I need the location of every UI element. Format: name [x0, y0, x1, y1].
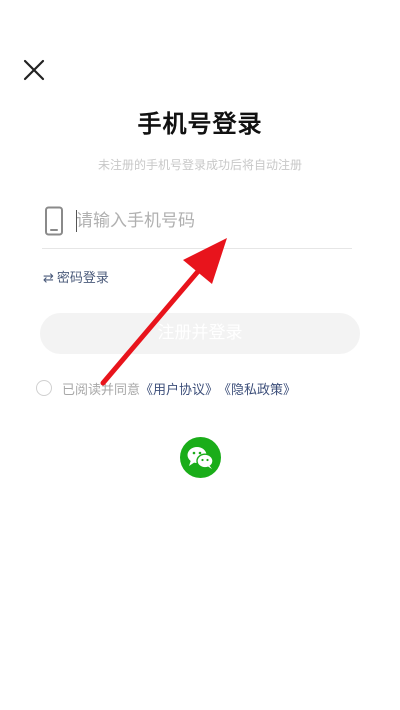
page-subtitle: 未注册的手机号登录成功后将自动注册: [97, 158, 302, 172]
agreement-prefix: 已阅读并同意: [62, 382, 141, 398]
phone-icon: [45, 206, 63, 236]
close-icon: [23, 59, 45, 81]
page-title: 手机号登录: [137, 110, 263, 138]
agreement-row: 已阅读并同意 《用户协议》 《隐私政策》: [36, 378, 296, 398]
phone-input[interactable]: [76, 206, 336, 236]
wechat-icon: [187, 447, 214, 469]
swap-icon: ⇄: [43, 271, 54, 286]
close-button[interactable]: [22, 58, 46, 82]
password-login-link[interactable]: ⇄ 密码登录: [43, 267, 109, 286]
wechat-login-button[interactable]: [180, 437, 221, 478]
privacy-policy-link[interactable]: 《隐私政策》: [218, 379, 296, 398]
agreement-checkbox[interactable]: [36, 380, 52, 396]
phone-input-row: [42, 200, 352, 249]
register-login-button[interactable]: 注册并登录: [40, 313, 360, 354]
password-login-label: 密码登录: [56, 271, 109, 286]
text-cursor: [76, 210, 77, 232]
user-agreement-link[interactable]: 《用户协议》: [140, 379, 218, 398]
